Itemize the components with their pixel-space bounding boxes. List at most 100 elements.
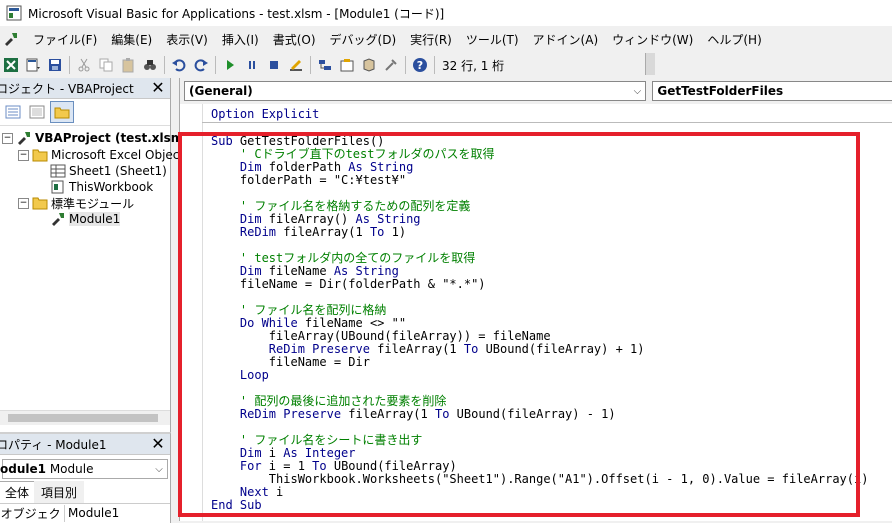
menu-debug[interactable]: デバッグ(D) (323, 31, 404, 48)
menu-tools[interactable]: ツール(T) (459, 31, 526, 48)
menu-file[interactable]: ファイル(F) (26, 31, 104, 48)
procedure-select[interactable]: GetTestFolderFiles (652, 81, 892, 101)
procedure-divider (202, 122, 892, 123)
project-explorer-title: ロジェクト - VBAProject (0, 81, 134, 96)
tree-label-sheet1: Sheet1 (Sheet1) (69, 164, 167, 178)
menu-view[interactable]: 表示(V) (159, 31, 215, 48)
code-keyword: To (369, 225, 392, 239)
menu-run[interactable]: 実行(R) (403, 31, 459, 48)
vbaproject-icon (18, 132, 30, 145)
code-line[interactable]: Loop (211, 369, 868, 382)
toolbar-grip[interactable] (645, 53, 655, 75)
code-margin-indicator-bar[interactable] (180, 104, 203, 521)
cursor-position: 32 行, 1 桁 (442, 58, 505, 73)
code-keyword: As String (333, 264, 399, 278)
code-line[interactable]: End Sub (211, 499, 868, 512)
collapse-icon[interactable]: − (18, 197, 29, 209)
properties-object-select[interactable]: odule1 Module ⌵ (0, 459, 168, 479)
redo-icon[interactable] (191, 55, 211, 75)
scrollbar-thumb[interactable] (8, 414, 158, 422)
chevron-down-icon[interactable]: ⌵ (151, 464, 167, 475)
tree-node-module1[interactable]: Module1 (50, 211, 121, 227)
run-icon[interactable] (220, 55, 240, 75)
code-comment: ' ファイル名を配列に格納 (211, 303, 387, 317)
paste-icon[interactable] (118, 55, 138, 75)
cut-icon[interactable] (74, 55, 94, 75)
code-text: fileArray() (268, 212, 356, 226)
properties-object-name: odule1 (0, 462, 46, 476)
menu-insert[interactable]: 挿入(I) (215, 31, 266, 48)
window-title: Microsoft Visual Basic for Applications … (28, 6, 445, 21)
code-text: ThisWorkbook.Worksheets("Sheet1").Range(… (211, 472, 869, 486)
menu-help[interactable]: ヘルプ(H) (700, 31, 768, 48)
copy-icon[interactable] (96, 55, 116, 75)
tree-node-std-module[interactable]: − 標準モジュール (18, 195, 134, 211)
view-object-icon[interactable] (26, 102, 48, 122)
code-text: UBound(fileArray) + 1) (485, 342, 645, 356)
code-line[interactable]: ThisWorkbook.Worksheets("Sheet1").Range(… (211, 472, 869, 486)
tree-node-excel-objects[interactable]: − Microsoft Excel Object (18, 147, 184, 163)
property-row-name[interactable]: (オブジェクト名) Module1 (0, 503, 170, 522)
menu-window[interactable]: ウィンドウ(W) (605, 31, 700, 48)
workbook-icon (51, 180, 64, 194)
tab-all[interactable]: 全体 (0, 481, 37, 503)
option-explicit-line: Option Explicit (211, 107, 320, 121)
code-comment: ' ファイル名を格納するための配列を定義 (211, 199, 471, 213)
code-keyword: Next (211, 485, 277, 499)
toolbox-icon[interactable] (381, 55, 401, 75)
object-browser-icon[interactable] (359, 55, 379, 75)
project-horizontal-scrollbar[interactable] (0, 410, 170, 425)
code-text: UBound(fileArray) (333, 459, 457, 473)
tree-node-sheet1[interactable]: Sheet1 (Sheet1) (50, 163, 167, 179)
object-select[interactable]: (General) ⌵ (184, 81, 647, 101)
toolbar-separator (69, 56, 70, 74)
insert-module-icon[interactable] (23, 55, 43, 75)
code-keyword: To (463, 342, 486, 356)
collapse-icon[interactable]: − (18, 149, 29, 161)
tree-label-thisworkbook: ThisWorkbook (69, 180, 154, 194)
excel-view-icon[interactable] (1, 55, 21, 75)
svg-text:?: ? (417, 59, 423, 72)
chevron-down-icon[interactable]: ⌵ (629, 86, 645, 97)
code-window-combos: (General) ⌵ GetTestFolderFiles (180, 78, 892, 104)
code-keyword: Sub (211, 134, 240, 148)
code-text: folderPath (268, 160, 349, 174)
properties-header: ロパティ - Module1 ✕ (0, 434, 170, 455)
find-icon[interactable] (140, 55, 160, 75)
code-keyword: Dim (211, 264, 269, 278)
tree-node-thisworkbook[interactable]: ThisWorkbook (50, 179, 153, 195)
tree-node-vbaproject[interactable]: − VBAProject (test.xlsm (2, 130, 183, 146)
menu-edit[interactable]: 編集(E) (104, 31, 159, 48)
close-icon[interactable]: ✕ (150, 436, 166, 452)
property-key: (オブジェクト名) (0, 504, 65, 522)
code-keyword: As Integer (283, 446, 356, 460)
property-value[interactable]: Module1 (65, 506, 119, 520)
code-editor[interactable]: Sub GetTestFolderFiles() ' Cドライブ直下のtestフ… (211, 135, 868, 512)
code-line[interactable]: Next i (211, 486, 868, 499)
code-line[interactable]: fileName = Dir (211, 356, 868, 369)
code-keyword: End Sub (211, 498, 262, 512)
menu-format[interactable]: 書式(O) (266, 31, 323, 48)
pause-icon[interactable] (242, 55, 262, 75)
tab-category[interactable]: 項目別 (34, 481, 85, 503)
save-icon[interactable] (45, 55, 65, 75)
toolbar-separator (434, 56, 435, 74)
view-code-icon[interactable] (2, 102, 24, 122)
collapse-icon[interactable]: − (2, 132, 13, 144)
tree-label-module1: Module1 (69, 212, 121, 226)
code-line[interactable]: ReDim Preserve fileArray(1 To UBound(fil… (211, 408, 868, 421)
properties-window-icon[interactable] (337, 55, 357, 75)
code-line[interactable]: fileName = Dir(folderPath & "*.*") (211, 278, 868, 291)
code-line[interactable]: folderPath = "C:¥test¥" (211, 174, 868, 187)
project-explorer-icon[interactable] (315, 55, 335, 75)
code-line[interactable]: ReDim fileArray(1 To 1) (211, 226, 868, 239)
close-icon[interactable]: ✕ (150, 80, 166, 96)
menu-addins[interactable]: アドイン(A) (526, 31, 606, 48)
design-mode-icon[interactable] (286, 55, 306, 75)
code-keyword: As String (348, 160, 414, 174)
help-icon[interactable]: ? (410, 55, 430, 75)
stop-icon[interactable] (264, 55, 284, 75)
undo-icon[interactable] (169, 55, 189, 75)
code-keyword: ReDim Preserve (211, 407, 349, 421)
toggle-folders-icon[interactable] (50, 101, 74, 123)
